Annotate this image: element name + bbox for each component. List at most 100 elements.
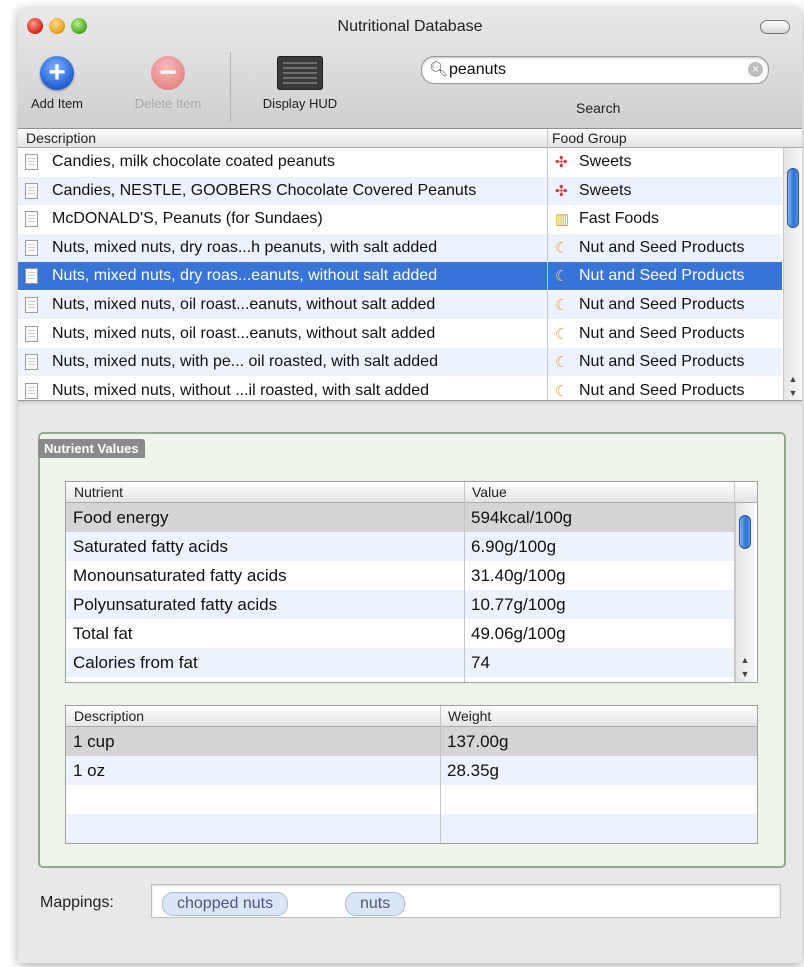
row-description: Candies, NESTLE, GOOBERS Chocolate Cover… — [52, 181, 477, 199]
nutrient-value: 6.90g/100g — [471, 537, 557, 556]
add-item-label: Add Item — [30, 96, 84, 111]
mapping-token[interactable]: nuts — [345, 892, 406, 916]
row-description: McDONALD'S, Peanuts (for Sundaes) — [52, 210, 323, 228]
document-icon — [25, 268, 38, 285]
empty-row — [66, 814, 757, 843]
row-food-group: Fast Foods — [579, 210, 660, 228]
add-item-button[interactable]: + Add Item — [26, 56, 88, 111]
row-food-group: Sweets — [579, 181, 632, 199]
row-description: Nuts, mixed nuts, oil roast...eanuts, wi… — [52, 324, 436, 342]
nutrient-value: 49.06g/100g — [471, 624, 566, 643]
table-row[interactable]: Nuts, mixed nuts, with pe... oil roasted… — [18, 348, 782, 377]
table-row[interactable]: McDONALD'S, Peanuts (for Sundaes) ▥ Fast F… — [18, 205, 782, 233]
document-icon — [25, 154, 38, 170]
nut-icon: ☾ — [555, 354, 569, 372]
scroll-thumb[interactable] — [787, 168, 799, 228]
table-row[interactable]: Nuts, mixed nuts, dry roas...h peanuts, … — [18, 233, 782, 262]
mapping-token[interactable]: chopped nuts — [162, 892, 289, 916]
table-row[interactable]: Nuts, mixed nuts, without ...il roasted,… — [18, 377, 782, 401]
row-description: Nuts, mixed nuts, without ...il roasted,… — [52, 381, 430, 399]
scroll-up-arrow[interactable]: ▲ — [736, 653, 754, 667]
mappings-token-field[interactable]: chopped nuts nuts — [151, 884, 781, 918]
document-icon — [25, 325, 38, 342]
display-hud-label: Display HUD — [262, 96, 338, 111]
row-food-group: Nut and Seed Products — [579, 324, 745, 342]
minus-icon: − — [151, 56, 185, 90]
row-food-group: Nut and Seed Products — [579, 381, 745, 399]
table-row[interactable]: Polyunsaturated fatty acids 10.77g/100g — [66, 590, 734, 619]
table-row[interactable]: Candies, NESTLE, GOOBERS Chocolate Cover… — [18, 176, 782, 205]
row-food-group: Nut and Seed Products — [579, 296, 745, 313]
nutrient-name: Saturated fatty acids — [73, 537, 228, 556]
column-divider — [464, 482, 465, 682]
table-row[interactable]: Food energy 594kcal/100g — [66, 503, 734, 532]
row-description: Nuts, mixed nuts, dry roas...eanuts, wit… — [52, 267, 438, 285]
table-row[interactable]: Monounsaturated fatty acids 31.40g/100g — [66, 561, 734, 590]
toolbar-toggle-button[interactable] — [760, 20, 790, 34]
search-input-value[interactable]: peanuts — [449, 61, 506, 79]
table-row[interactable]: Calories from fat 74 — [66, 648, 734, 677]
table-row[interactable]: Saturated fatty acids 6.90g/100g — [66, 532, 734, 561]
document-icon — [25, 211, 38, 228]
weights-table-header: Description Weight — [66, 706, 757, 727]
document-icon — [25, 239, 38, 256]
nutrient-name: Calories from fat — [73, 653, 198, 672]
column-header-description[interactable]: Description — [74, 708, 144, 724]
weights-table[interactable]: Description Weight 1 cup 137.00g 1 oz 28.35… — [65, 705, 758, 844]
row-food-group: Nut and Seed Products — [579, 267, 745, 285]
nut-icon: ☾ — [555, 268, 569, 286]
table-row[interactable]: Candies, milk chocolate coated peanuts ✣ S… — [18, 148, 782, 176]
column-header-food-group[interactable]: Food Group — [552, 130, 627, 146]
weight-description: 1 cup — [73, 732, 115, 751]
scroll-thumb[interactable] — [739, 515, 751, 549]
nutrient-table-scrollbar[interactable]: ▲ ▼ — [735, 503, 754, 682]
table-row[interactable]: Nuts, mixed nuts, oil roast...eanuts, wi… — [18, 320, 782, 348]
table-row[interactable]: 1 oz 28.35g — [66, 756, 757, 785]
nutrient-table[interactable]: Nutrient Value Food energy 594kcal/100g Sa… — [65, 481, 758, 683]
nutrient-name: Polyunsaturated fatty acids — [73, 595, 278, 614]
search-field[interactable]: 🔍︎ peanuts × — [421, 56, 769, 84]
nutrient-value: 74 — [471, 653, 490, 672]
table-row[interactable]: Total fat 49.06g/100g — [66, 619, 734, 648]
table-row[interactable]: Nuts, mixed nuts, oil roast...eanuts, wi… — [18, 291, 782, 319]
nut-icon: ☾ — [555, 325, 569, 343]
weight-value: 137.00g — [447, 732, 509, 751]
scroll-down-arrow[interactable]: ▼ — [736, 667, 754, 681]
nutrient-name: Total fat — [73, 624, 133, 643]
row-food-group: Nut and Seed Products — [579, 238, 745, 256]
row-food-group: Nut and Seed Products — [579, 353, 745, 371]
mappings-label: Mappings: — [40, 894, 114, 911]
column-header-weight[interactable]: Weight — [448, 708, 491, 724]
scroll-up-arrow[interactable]: ▲ — [784, 372, 802, 386]
food-table[interactable]: Description Food Group Candies, milk cho… — [18, 129, 802, 401]
candy-icon: ✣ — [555, 154, 568, 171]
table-row[interactable]: 1 cup 137.00g — [66, 727, 757, 756]
display-hud-button[interactable]: Display HUD — [244, 56, 356, 111]
column-header-value[interactable]: Value — [472, 484, 507, 500]
nutrient-value: 10.77g/100g — [471, 595, 566, 614]
clear-search-icon[interactable]: × — [748, 62, 763, 77]
document-icon — [25, 297, 38, 313]
row-description: Nuts, mixed nuts, dry roas...h peanuts, … — [52, 238, 438, 256]
fries-icon: ▥ — [555, 211, 570, 229]
plus-icon: + — [40, 56, 74, 90]
delete-item-button[interactable]: − Delete Item — [118, 56, 218, 111]
nut-icon: ☾ — [555, 297, 569, 314]
nutrient-name: Food energy — [73, 508, 169, 527]
document-icon — [25, 382, 38, 399]
table-row[interactable]: Nuts, mixed nuts, dry roas...eanuts, wit… — [18, 262, 782, 291]
search-icon: 🔍︎ — [429, 61, 449, 78]
nut-icon: ☾ — [555, 382, 569, 400]
delete-item-label: Delete Item — [134, 96, 202, 111]
weight-description: 1 oz — [73, 761, 106, 780]
row-description: Nuts, mixed nuts, with pe... oil roasted… — [52, 353, 438, 371]
food-table-scrollbar[interactable]: ▲ ▼ — [783, 148, 802, 401]
column-divider — [440, 706, 441, 843]
split-view-divider[interactable] — [18, 400, 802, 407]
nutrient-table-header: Nutrient Value — [66, 482, 757, 503]
scroll-down-arrow[interactable]: ▼ — [784, 386, 802, 400]
weight-value: 28.35g — [447, 761, 499, 780]
nutrient-name: Monounsaturated fatty acids — [73, 566, 287, 585]
column-header-description[interactable]: Description — [26, 130, 96, 146]
column-header-nutrient[interactable]: Nutrient — [74, 484, 123, 500]
